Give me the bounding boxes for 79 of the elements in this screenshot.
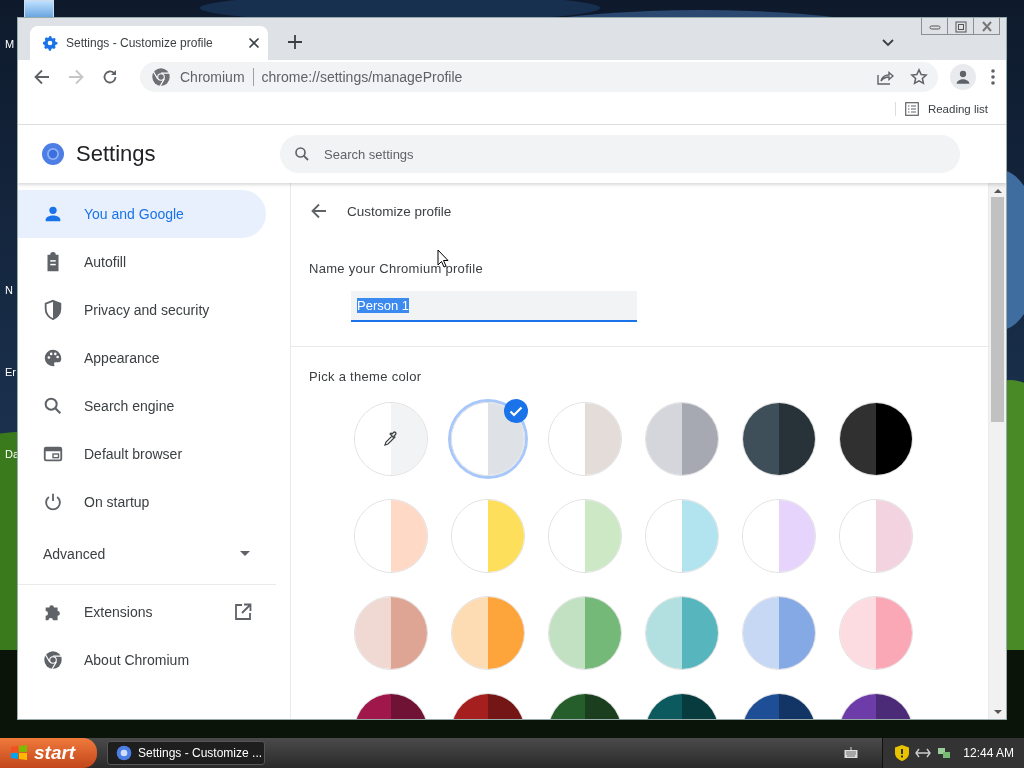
scrollbar-thumb[interactable]	[991, 197, 1004, 422]
theme-color-swatch[interactable]	[548, 499, 622, 573]
sidebar-item[interactable]: Appearance	[18, 334, 266, 382]
taskbar-button[interactable]: Settings - Customize ...	[107, 741, 265, 765]
network-icon[interactable]	[937, 746, 952, 760]
search-icon	[42, 395, 64, 417]
theme-color-swatch[interactable]	[451, 402, 525, 476]
chromium-logo-icon	[150, 66, 172, 88]
sidebar-item[interactable]: Search engine	[18, 382, 266, 430]
scrollbar[interactable]	[989, 183, 1006, 719]
plus-icon[interactable]	[288, 35, 302, 49]
advanced-toggle[interactable]: Advanced	[18, 526, 290, 582]
theme-color-swatch[interactable]	[742, 402, 816, 476]
theme-color-swatch[interactable]	[645, 402, 719, 476]
search-field[interactable]: Search settings	[280, 135, 960, 173]
checkmark-icon	[504, 399, 528, 423]
eyedropper-icon	[383, 431, 399, 447]
page-title: Customize profile	[347, 203, 452, 219]
theme-color-swatch[interactable]	[742, 596, 816, 670]
reload-icon[interactable]	[102, 69, 118, 85]
settings-logo-icon	[41, 142, 65, 166]
desktop-icon-label[interactable]: N	[5, 284, 13, 296]
sidebar-item[interactable]: Default browser	[18, 430, 266, 478]
theme-color-swatch[interactable]	[645, 596, 719, 670]
scroll-down-arrow-icon[interactable]	[993, 710, 1002, 715]
theme-color-swatch[interactable]	[839, 402, 913, 476]
chevron-down-icon[interactable]	[882, 39, 894, 47]
windows-logo-icon	[10, 744, 28, 762]
desktop-icon-label[interactable]: M	[5, 38, 15, 50]
theme-color-swatch[interactable]	[839, 596, 913, 670]
theme-color-swatch[interactable]	[742, 499, 816, 573]
theme-color-swatch[interactable]	[548, 596, 622, 670]
desktop-icon-label[interactable]: Er	[5, 366, 16, 378]
search-icon	[293, 145, 311, 163]
reading-list-button[interactable]: Reading list	[894, 102, 988, 116]
external-link-icon	[234, 603, 252, 621]
chromium-logo-icon	[42, 649, 64, 671]
star-icon[interactable]	[910, 68, 928, 86]
chromium-logo-icon	[116, 745, 132, 761]
sidebar-item[interactable]: Autofill	[18, 238, 266, 286]
theme-color-swatch[interactable]	[354, 402, 428, 476]
clock: 12:44 AM	[963, 746, 1014, 760]
sidebar-item[interactable]: You and Google	[18, 190, 266, 238]
palette-icon	[42, 347, 64, 369]
sidebar-item[interactable]: Privacy and security	[18, 286, 266, 334]
theme-color-swatch[interactable]	[354, 499, 428, 573]
caret-icon	[240, 551, 250, 557]
settings-title: Settings	[76, 141, 157, 167]
theme-color-swatch[interactable]	[645, 499, 719, 573]
sidebar-item[interactable]: On startup	[18, 478, 266, 526]
maximize-icon	[952, 19, 969, 33]
section-label: Pick a theme color	[309, 369, 422, 384]
share-icon[interactable]	[876, 68, 894, 86]
shield-icon	[42, 299, 64, 321]
network-icon[interactable]	[915, 747, 932, 759]
address-bar[interactable]: Chromium chrome://settings/manageProfile	[140, 62, 938, 92]
url-text: chrome://settings/manageProfile	[261, 69, 463, 85]
menu-icon[interactable]	[990, 68, 996, 86]
theme-color-swatch[interactable]	[451, 596, 525, 670]
theme-color-swatch[interactable]	[354, 596, 428, 670]
profile-avatar[interactable]	[950, 64, 976, 90]
theme-color-swatch[interactable]	[548, 402, 622, 476]
list-icon	[904, 102, 919, 116]
close-icon[interactable]	[248, 37, 260, 49]
site-name: Chromium	[180, 69, 245, 85]
theme-color-swatch[interactable]	[451, 499, 525, 573]
start-button[interactable]: start	[0, 738, 97, 768]
keyboard-icon[interactable]	[844, 747, 859, 759]
power-icon	[42, 491, 64, 513]
browser-tab[interactable]: Settings - Customize profile	[30, 26, 268, 60]
shield-icon[interactable]	[895, 745, 910, 761]
theme-color-swatch[interactable]	[839, 499, 913, 573]
field-label: Name your Chromium profile	[309, 261, 483, 276]
sidebar-link[interactable]: Extensions	[18, 588, 266, 636]
back-arrow-icon[interactable]	[311, 203, 327, 219]
gear-icon	[42, 35, 58, 51]
scroll-up-arrow-icon[interactable]	[993, 188, 1002, 193]
back-arrow-icon[interactable]	[34, 69, 50, 85]
sidebar-link[interactable]: About Chromium	[18, 636, 266, 684]
